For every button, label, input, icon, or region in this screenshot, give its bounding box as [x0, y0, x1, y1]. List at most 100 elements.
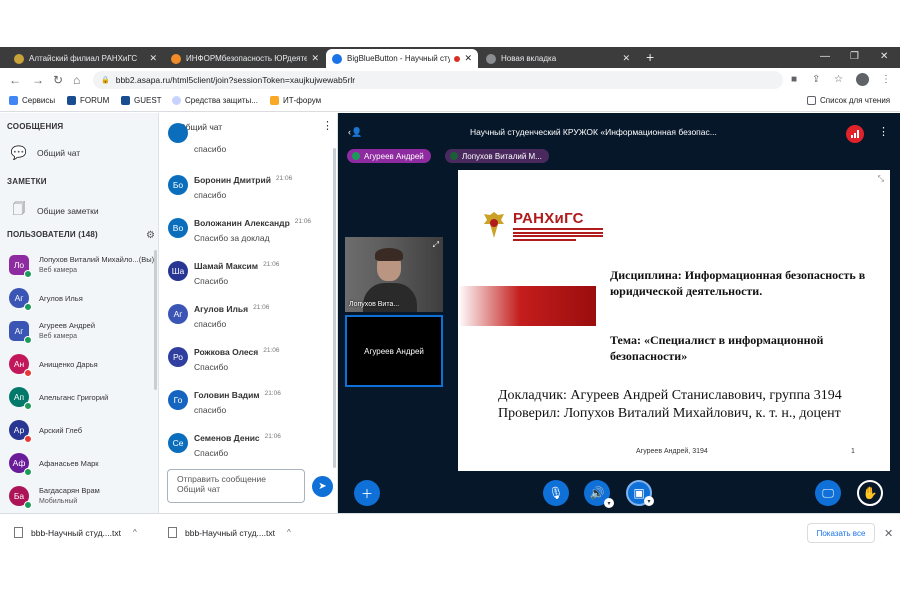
connection-status-icon[interactable]	[846, 125, 864, 143]
chevron-down-icon[interactable]: ▾	[604, 498, 614, 508]
user-text: Апельганс Григорий	[39, 392, 108, 403]
toggle-userlist-icon[interactable]: ‹👤	[348, 127, 362, 138]
bookmark-label: ИТ-форум	[283, 96, 322, 105]
talking-indicator[interactable]: Лопухов Виталий М...	[445, 149, 549, 163]
chat-message-input[interactable]: Отправить сообщение Общий чат	[167, 469, 305, 503]
tab-altai[interactable]: Алтайский филиал РАНХиГС ✕	[8, 49, 163, 68]
gear-icon[interactable]: ⚙	[146, 230, 155, 241]
screen-share-button[interactable]: 🖵	[815, 480, 841, 506]
tab-bigbluebutton[interactable]: BigBlueButton - Научный студ ✕	[326, 49, 478, 68]
download-item[interactable]: bbb-Научный студ....txt ^	[14, 527, 137, 538]
user-list-item[interactable]: Ар Арский Глеб	[9, 415, 154, 445]
url-text: bbb2.asapa.ru/html5client/join?sessionTo…	[115, 75, 356, 85]
close-tab-icon[interactable]: ✕	[311, 53, 319, 64]
tab-inform[interactable]: ИНФОРМбезопасность ЮРдеятельн ✕	[165, 49, 325, 68]
camera-icon[interactable]: ■	[791, 73, 797, 87]
lock-icon: 🔒	[101, 77, 110, 84]
talking-indicator[interactable]: Агуреев Андрей	[347, 149, 431, 163]
avatar-initials: Бо	[172, 180, 184, 190]
microphone-button[interactable]: 🎙	[543, 480, 569, 506]
message-time: 21:06	[263, 347, 280, 354]
avatar: Ша	[168, 261, 188, 281]
user-list-item[interactable]: Ан Анищенко Дарья	[9, 349, 154, 379]
avatar	[168, 123, 188, 143]
person-hair	[375, 248, 403, 261]
forward-icon[interactable]: →	[32, 71, 44, 89]
chat-panel: ‹ Общий чат ⋮ спасибо БоБоронин Дмитрий2…	[158, 113, 338, 513]
chevron-up-icon[interactable]: ^	[287, 528, 291, 537]
minimize-icon[interactable]: —	[820, 49, 830, 65]
user-list-item[interactable]: Ло Лопухов Виталий Михайло...(Вы) Веб каме…	[9, 250, 154, 280]
webcam-video-lopukhov[interactable]: ⤢ Лопухов Вита...	[345, 237, 443, 312]
bookmark-it-forum[interactable]: ИТ-форум	[270, 96, 321, 105]
mic-icon	[450, 152, 458, 160]
bookmark-forum[interactable]: FORUM	[67, 96, 109, 105]
new-tab-button[interactable]: +	[646, 49, 654, 65]
actions-plus-button[interactable]: ＋	[354, 480, 380, 506]
user-list-item[interactable]: Аф Афанасьев Марк	[9, 448, 154, 478]
webcam-video-agureev[interactable]: Агуреев Андрей	[345, 315, 443, 387]
close-downloads-icon[interactable]: ✕	[884, 527, 893, 540]
chevron-up-icon[interactable]: ^	[133, 528, 137, 537]
camera-button[interactable]: ▣ ▾	[626, 480, 654, 506]
user-list-item[interactable]: Ап Апельганс Григорий	[9, 382, 154, 412]
message-text: спасибо	[194, 190, 227, 200]
avatar-initials: Ло	[13, 260, 25, 270]
more-icon[interactable]: ⋮	[881, 73, 891, 87]
star-icon[interactable]: ☆	[834, 73, 843, 87]
users-scrollbar[interactable]	[154, 250, 157, 390]
options-menu-icon[interactable]: ⋮	[878, 125, 889, 138]
user-text: Багдасарян Врам Мобильный	[39, 485, 100, 507]
user-name: Афанасьев Марк	[39, 458, 99, 468]
user-name: Анищенко Дарья	[39, 359, 98, 369]
avatar-initials: Ап	[13, 392, 25, 402]
user-list-item[interactable]: Ба Багдасарян Врам Мобильный	[9, 481, 154, 511]
url-input[interactable]: 🔒 bbb2.asapa.ru/html5client/join?session…	[93, 71, 783, 89]
close-tab-icon[interactable]: ✕	[149, 53, 157, 64]
presentation-slide[interactable]: ⤡ РАНХиГС Дисциплина: Информационная без…	[458, 170, 890, 471]
back-icon[interactable]: ←	[9, 71, 21, 89]
avatar-initials: Ба	[13, 491, 25, 501]
shared-notes-item[interactable]: 🗍 Общие заметки	[9, 200, 99, 222]
raise-hand-button[interactable]: ✋	[857, 480, 883, 506]
show-all-downloads-button[interactable]: Показать все	[807, 523, 875, 543]
avatar: Го	[168, 390, 188, 410]
audio-button[interactable]: 🔊 ▾	[584, 480, 614, 508]
message-time: 21:06	[264, 433, 281, 440]
sender-name-text: Семенов Денис	[194, 433, 260, 443]
sender-name-text: Головин Вадим	[194, 390, 260, 400]
status-icon	[24, 303, 32, 311]
close-tab-icon[interactable]: ✕	[622, 53, 630, 64]
profile-avatar[interactable]	[856, 73, 869, 86]
share-icon[interactable]: ⇪	[812, 73, 820, 87]
tab-new[interactable]: Новая вкладка ✕	[480, 49, 636, 68]
bookmark-security-tools[interactable]: Средства защиты...	[172, 96, 258, 105]
user-name: Багдасарян Врам	[39, 486, 100, 495]
close-window-icon[interactable]: ✕	[880, 49, 888, 65]
user-list-item[interactable]: Аг Агулов Илья	[9, 283, 154, 313]
sender-name: Семенов Денис 21:06	[194, 433, 281, 443]
bookmark-guest[interactable]: GUEST	[121, 96, 162, 105]
close-tab-icon[interactable]: ✕	[464, 53, 472, 64]
chevron-down-icon[interactable]: ▾	[644, 496, 654, 506]
user-list-item[interactable]: Аг Агуреев Андрей Веб камера	[9, 316, 154, 346]
avatar: Во	[168, 218, 188, 238]
download-item[interactable]: bbb-Научный студ....txt ^	[168, 527, 291, 538]
reload-icon[interactable]: ↻	[53, 71, 63, 89]
bookmarks-bar: Сервисы FORUM GUEST Средства защиты... И…	[0, 92, 900, 112]
sender-name: Боронин Дмитрий 21:06	[194, 175, 292, 185]
reading-list[interactable]: Список для чтения	[807, 96, 890, 105]
maximize-icon[interactable]: ❐	[850, 49, 859, 65]
expand-icon[interactable]: ⤢	[433, 240, 439, 250]
home-icon[interactable]: ⌂	[73, 71, 80, 89]
message-text: спасибо	[194, 405, 227, 415]
eagle-emblem-icon	[484, 212, 504, 238]
avatar-initials: Во	[172, 223, 184, 233]
user-text: Агуреев Андрей Веб камера	[39, 320, 95, 342]
fullscreen-icon[interactable]: ⤡	[878, 174, 884, 184]
notes-section-title: ЗАМЕТКИ	[7, 177, 47, 186]
chat-scrollbar[interactable]	[333, 148, 336, 468]
bookmark-services[interactable]: Сервисы	[9, 96, 55, 105]
public-chat-item[interactable]: 💬 Общий чат	[9, 145, 80, 161]
send-message-button[interactable]: ➤	[312, 476, 333, 497]
